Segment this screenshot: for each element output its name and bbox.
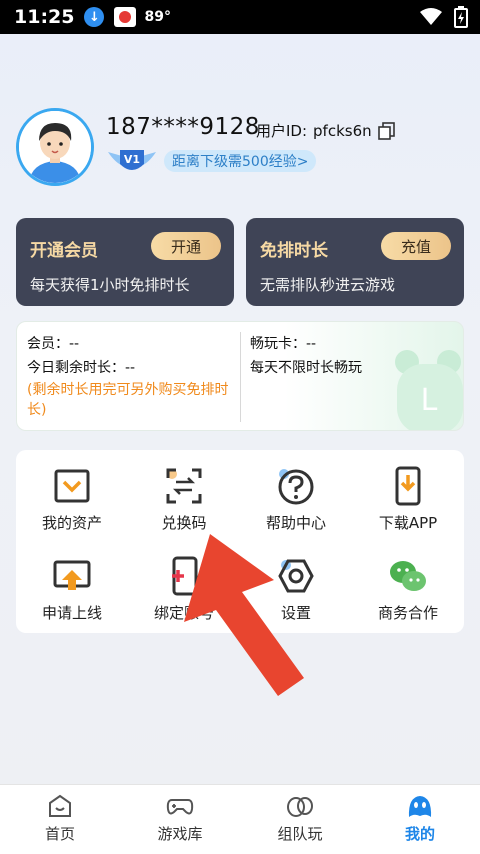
download-icon: ↓ [84,7,105,27]
status-temperature: 89° [144,9,171,25]
tab-label: 游戏库 [157,825,203,843]
recharge-button[interactable]: 充值 [381,232,451,260]
grid-label: 兑换码 [161,514,207,532]
app-notification-icon [114,7,137,27]
user-id-value: pfcks6n [313,121,372,140]
grid-label: 下载APP [378,514,438,532]
copy-icon[interactable] [377,121,396,140]
function-grid: 我的资产 兑换码 帮助中心 下载APP 申请上线 绑定账号 设置 商务合作 [16,450,464,633]
tab-label: 首页 [44,825,75,843]
membership-info-panel: 会员：-- 今日剩余时长：-- (剩余时长用完可另外购买免排时长) 畅玩卡：--… [16,321,464,431]
status-time: 11:25 [14,6,75,28]
remaining-time: 今日剩余时长：-- [27,360,136,376]
help-icon [278,469,314,505]
grid-label: 帮助中心 [265,514,326,532]
remaining-time-note: (剩余时长用完可另外购买免排时长) [27,382,229,418]
queue-free-card-desc: 无需排队秒进云游戏 [260,276,396,294]
open-vip-button[interactable]: 开通 [151,232,221,260]
grid-label: 申请上线 [41,604,102,622]
bind-phone-icon [172,556,198,596]
vip-wings-icon: V1 [108,150,156,170]
grid-item-help-center[interactable]: 帮助中心 [240,456,352,536]
grid-item-settings[interactable]: 设置 [240,546,352,626]
member-status: 会员：-- [27,336,80,352]
vip-level-badge: V1 [106,146,158,176]
team-icon [287,797,313,817]
settings-icon [278,559,314,593]
play-card-desc: 每天不限时长畅玩 [250,360,362,376]
exp-progress-pill[interactable]: 距离下级需500经验> [164,150,317,172]
avatar[interactable] [16,108,94,186]
upload-screen-icon [53,560,91,590]
mine-icon [408,796,432,817]
avatar-image [19,111,91,183]
vip-level-text: V1 [124,153,140,166]
tab-label: 我的 [404,825,435,843]
grid-item-redeem-code[interactable]: 兑换码 [128,456,240,536]
queue-free-card-title: 免排时长 [260,241,328,261]
battery-icon [454,6,468,28]
tab-label: 组队玩 [277,825,323,843]
grid-label: 设置 [280,604,311,622]
grid-item-my-assets[interactable]: 我的资产 [16,456,128,536]
user-phone: 187****9128 [106,114,260,140]
wechat-icon [390,561,426,591]
vip-card-desc: 每天获得1小时免排时长 [30,276,190,294]
vip-card-title: 开通会员 [30,241,98,261]
svg-text:L: L [421,383,438,418]
play-card-status: 畅玩卡：-- [250,336,317,352]
user-id: 用户ID: pfcks6n [256,120,396,141]
tab-mine[interactable]: 我的 [360,785,480,854]
grid-label: 商务合作 [377,604,438,622]
grid-item-apply-launch[interactable]: 申请上线 [16,546,128,626]
grid-label: 绑定账号 [153,604,214,622]
home-icon [49,794,71,817]
tab-team-play[interactable]: 组队玩 [240,785,360,854]
tab-game-library[interactable]: 游戏库 [120,785,240,854]
gamepad-icon [166,799,194,815]
bottom-tab-bar: 首页 游戏库 组队玩 我的 [0,784,480,854]
grid-item-bind-account[interactable]: 绑定账号 [128,546,240,626]
info-divider [240,332,241,422]
vip-card[interactable]: 开通会员 开通 每天获得1小时免排时长 [16,218,234,306]
phone-download-icon [395,466,421,506]
scan-exchange-icon [166,468,202,504]
queue-free-card[interactable]: 免排时长 充值 无需排队秒进云游戏 [246,218,464,306]
tab-home[interactable]: 首页 [0,785,120,854]
mascot-decoration: L [395,350,463,430]
status-bar: 11:25 ↓ 89° [0,0,480,34]
wallet-icon [54,469,90,503]
grid-item-business[interactable]: 商务合作 [352,546,464,626]
grid-item-download-app[interactable]: 下载APP [352,456,464,536]
grid-label: 我的资产 [41,514,102,532]
user-id-label: 用户ID: [256,122,308,140]
wifi-icon [420,8,442,25]
